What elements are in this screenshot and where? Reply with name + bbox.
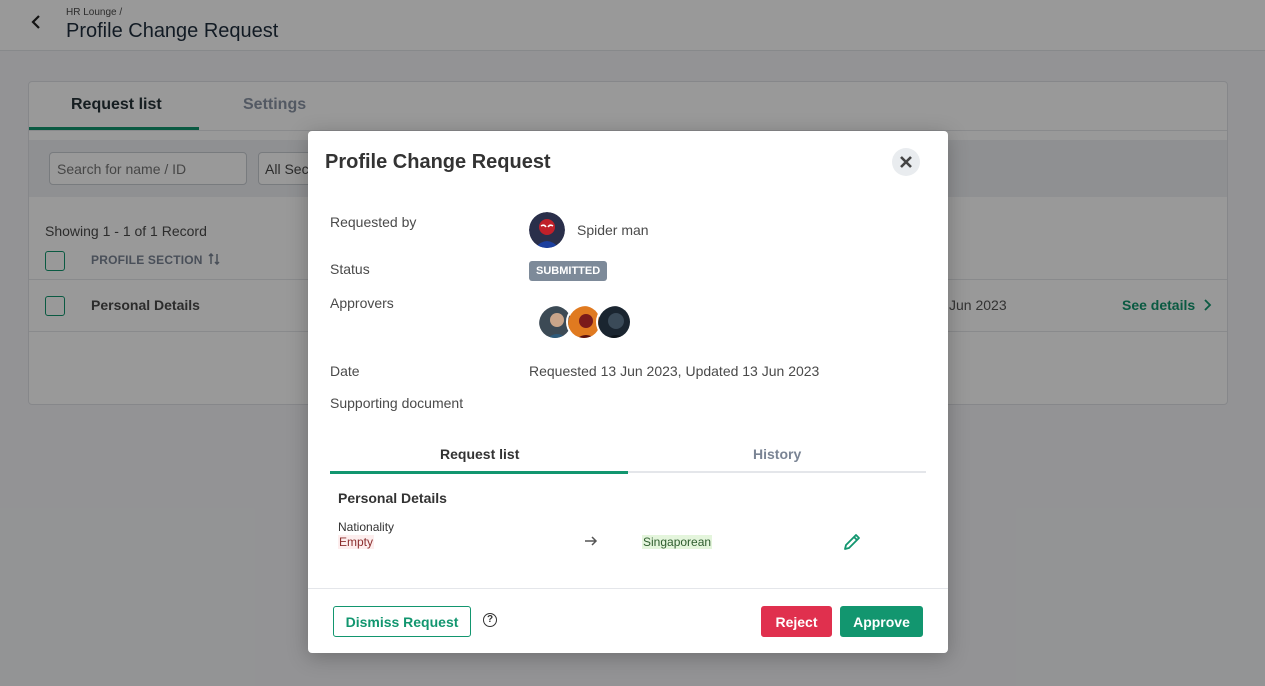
reject-button[interactable]: Reject (761, 606, 832, 637)
approve-button[interactable]: Approve (840, 606, 923, 637)
dialog-title: Profile Change Request (325, 151, 551, 173)
tab-request-list[interactable]: Request list (440, 446, 519, 462)
old-value: Empty (338, 535, 375, 549)
close-icon (900, 156, 912, 168)
section-title: Personal Details (338, 490, 447, 506)
requester-name: Spider man (577, 222, 649, 238)
arrow-right-icon (585, 536, 598, 546)
pencil-icon (844, 534, 860, 550)
dismiss-request-button[interactable]: Dismiss Request (333, 606, 471, 637)
requested-by-label: Requested by (330, 214, 417, 230)
close-button[interactable] (892, 148, 920, 176)
profile-change-request-dialog: Profile Change Request Requested by Spid… (308, 131, 948, 653)
requester-avatar (529, 212, 565, 248)
date-value: Requested 13 Jun 2023, Updated 13 Jun 20… (529, 363, 820, 379)
new-value: Singaporean (642, 535, 713, 549)
status-badge: SUBMITTED (529, 261, 608, 281)
approver-avatar (596, 304, 632, 340)
help-icon[interactable]: ? (483, 613, 497, 627)
dialog-tabs: Request list History (330, 438, 926, 474)
status-label: Status (330, 261, 370, 277)
supporting-document-label: Supporting document (330, 395, 464, 411)
tab-history[interactable]: History (753, 446, 801, 462)
active-tab-indicator (330, 471, 628, 474)
edit-button[interactable] (841, 531, 863, 553)
field-name: Nationality (338, 520, 395, 534)
date-label: Date (330, 363, 360, 379)
approvers-label: Approvers (330, 295, 394, 311)
dialog-footer: Dismiss Request ? Reject Approve (308, 588, 948, 653)
